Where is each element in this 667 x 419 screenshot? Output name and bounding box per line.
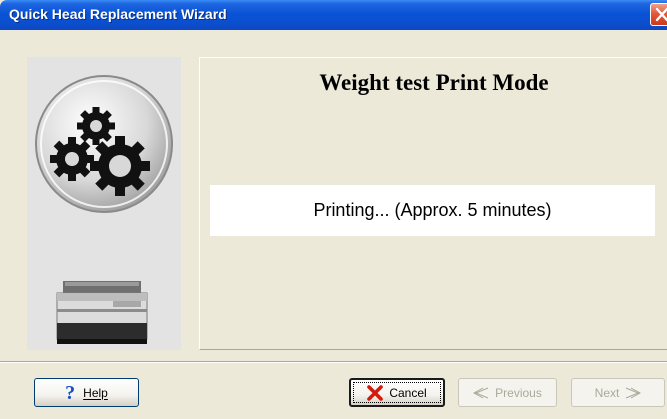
right-arrow-icon — [626, 387, 642, 398]
wizard-content-panel: Weight test Print Mode Printing... (Appr… — [199, 57, 667, 350]
help-button-label: Help — [83, 385, 108, 400]
printer-icon — [56, 281, 148, 344]
gears-icon — [35, 75, 173, 213]
footer-divider — [0, 361, 667, 363]
next-button-label: Next — [594, 385, 620, 400]
question-mark-icon: ? — [65, 381, 76, 404]
cancel-button-label: Cancel — [389, 385, 427, 400]
left-arrow-icon — [473, 387, 489, 398]
title-bar[interactable]: Quick Head Replacement Wizard — [0, 0, 667, 30]
help-button[interactable]: ? Help — [34, 378, 139, 407]
status-box: Printing... (Approx. 5 minutes) — [210, 185, 655, 236]
next-button[interactable]: Next — [571, 378, 665, 407]
close-icon — [655, 7, 667, 22]
close-button[interactable] — [650, 3, 667, 26]
previous-button[interactable]: Previous — [458, 378, 557, 407]
x-icon — [367, 384, 384, 401]
window-title: Quick Head Replacement Wizard — [9, 6, 227, 22]
wizard-window: Quick Head Replacement Wizard Weight tes… — [0, 0, 667, 419]
status-message: Printing... (Approx. 5 minutes) — [313, 200, 552, 220]
wizard-side-panel — [27, 57, 181, 350]
page-title: Weight test Print Mode — [319, 70, 549, 95]
cancel-focus-rect: Cancel — [353, 382, 441, 403]
previous-button-label: Previous — [495, 385, 542, 400]
cancel-button[interactable]: Cancel — [349, 378, 445, 407]
